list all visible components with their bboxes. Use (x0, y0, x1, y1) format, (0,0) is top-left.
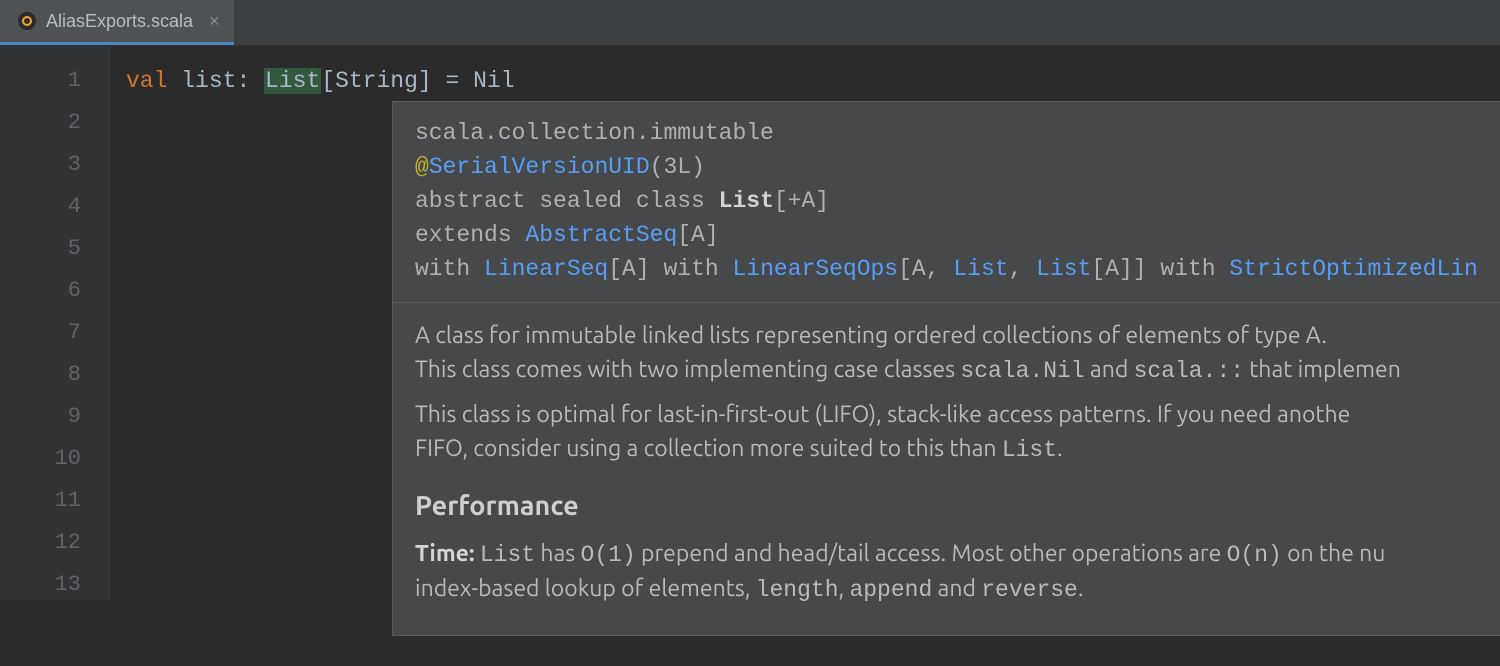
line-number[interactable]: 2 (0, 102, 109, 144)
tab-bar: AliasExports.scala × (0, 0, 1500, 46)
doc-time-label: Time: (415, 541, 475, 566)
doc-text: has (535, 541, 580, 566)
doc-body: A class for immutable linked lists repre… (393, 303, 1500, 635)
link-linearseqops[interactable]: LinearSeqOps (732, 256, 898, 282)
doc-code: O(n) (1227, 542, 1282, 568)
line-number[interactable]: 11 (0, 480, 109, 522)
line-number[interactable]: 5 (0, 228, 109, 270)
sig-extends: extends (415, 222, 525, 248)
doc-text: This class comes with two implementing c… (415, 357, 960, 382)
doc-text: . (1078, 576, 1084, 601)
gutter: 1 2 3 4 5 6 7 8 9 10 11 12 13 (0, 46, 110, 600)
link-linearseq[interactable]: LinearSeq (484, 256, 608, 282)
type-params: [String] (321, 68, 431, 94)
scala-file-icon (18, 12, 36, 30)
doc-paragraph: This class is optimal for last-in-first-… (415, 398, 1478, 467)
doc-text: FIFO, consider using a collection more s… (415, 436, 1002, 461)
annotation-args: (3L) (650, 154, 705, 180)
link-strictoptimized[interactable]: StrictOptimizedLin (1229, 256, 1477, 282)
line-number[interactable]: 6 (0, 270, 109, 312)
sig-post: [A] (677, 222, 718, 248)
doc-text: that implemen (1244, 357, 1401, 382)
tab-filename: AliasExports.scala (46, 11, 193, 32)
doc-text: A class for immutable linked lists repre… (415, 323, 1327, 348)
doc-code: scala.:: (1134, 358, 1244, 384)
line-number[interactable]: 4 (0, 186, 109, 228)
doc-text: , (839, 576, 850, 601)
doc-paragraph: Time: List has O(1) prepend and head/tai… (415, 537, 1478, 607)
sig-txt: , (1009, 256, 1037, 282)
doc-code: append (849, 577, 932, 603)
sig-typeparams: [+A] (774, 188, 829, 214)
sig-txt: [A]] with (1091, 256, 1229, 282)
line-number[interactable]: 9 (0, 396, 109, 438)
close-icon[interactable]: × (209, 11, 220, 32)
editor: 1 2 3 4 5 6 7 8 9 10 11 12 13 val list: … (0, 46, 1500, 600)
documentation-popup[interactable]: scala.collection.immutable @SerialVersio… (392, 101, 1500, 636)
sig-with: with (415, 256, 484, 282)
doc-code: O(1) (581, 542, 636, 568)
doc-text: This class is optimal for last-in-first-… (415, 402, 1350, 427)
doc-paragraph: A class for immutable linked lists repre… (415, 319, 1478, 388)
identifier: list (167, 68, 236, 94)
link-list[interactable]: List (1036, 256, 1091, 282)
doc-text: prepend and head/tail access. Most other… (636, 541, 1227, 566)
equals: = (432, 68, 473, 94)
type-list-highlighted: List (264, 68, 321, 94)
sig-txt: [A, (898, 256, 953, 282)
line-number[interactable]: 10 (0, 438, 109, 480)
line-number[interactable]: 7 (0, 312, 109, 354)
doc-signature: scala.collection.immutable @SerialVersio… (393, 102, 1500, 303)
doc-package: scala.collection.immutable (415, 120, 774, 146)
sig-txt: [A] with (608, 256, 732, 282)
doc-text: and (932, 576, 981, 601)
sig-modifiers: abstract sealed class (415, 188, 719, 214)
keyword-val: val (126, 68, 167, 94)
doc-code: reverse (981, 577, 1078, 603)
line-number[interactable]: 3 (0, 144, 109, 186)
line-number[interactable]: 1 (0, 60, 109, 102)
colon: : (236, 68, 264, 94)
doc-text: on the nu (1282, 541, 1386, 566)
code-area[interactable]: val list: List[String] = Nil scala.colle… (110, 46, 1500, 600)
nil-literal: Nil (473, 68, 514, 94)
line-number[interactable]: 12 (0, 522, 109, 564)
doc-code: length (756, 577, 839, 603)
link-list[interactable]: List (953, 256, 1008, 282)
link-abstractseq[interactable]: AbstractSeq (525, 222, 677, 248)
doc-code: List (480, 542, 535, 568)
doc-text: . (1057, 436, 1063, 461)
file-tab[interactable]: AliasExports.scala × (0, 0, 234, 45)
doc-heading-performance: Performance (415, 489, 1478, 523)
doc-code: List (1002, 437, 1057, 463)
annotation-at: @ (415, 154, 429, 180)
doc-text: index-based lookup of elements, (415, 576, 756, 601)
annotation-link[interactable]: SerialVersionUID (429, 154, 650, 180)
doc-text: and (1085, 357, 1134, 382)
sig-classname: List (719, 188, 774, 214)
doc-code: scala.Nil (960, 358, 1084, 384)
code-line[interactable]: val list: List[String] = Nil (110, 60, 1500, 102)
line-number[interactable]: 8 (0, 354, 109, 396)
